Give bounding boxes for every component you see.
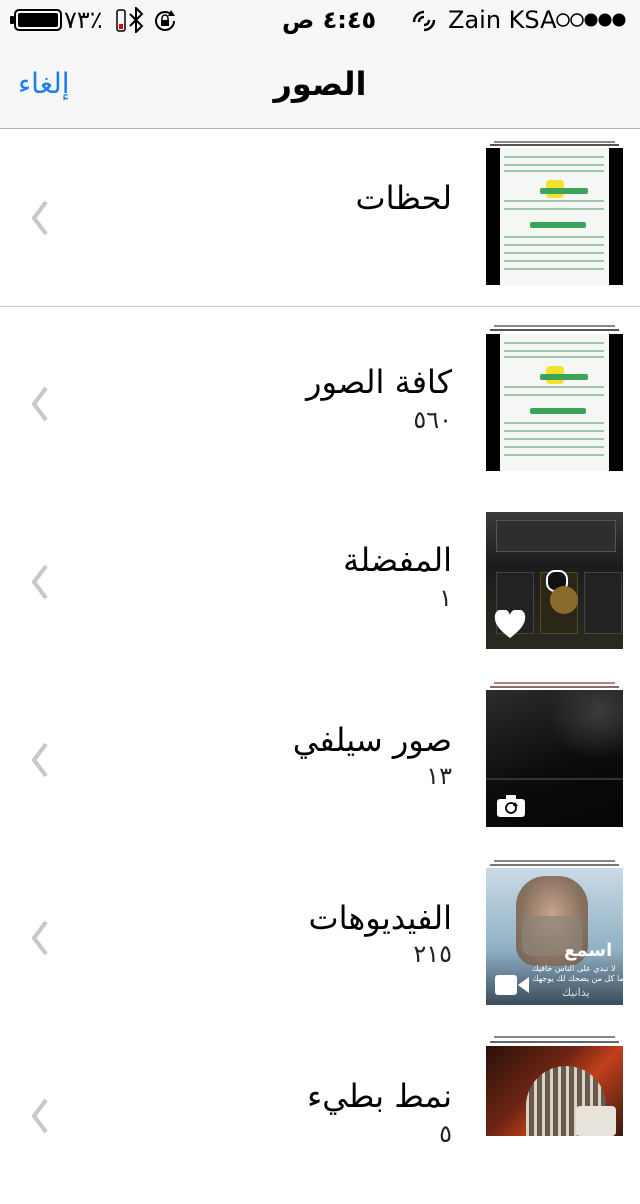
album-label: صور سيلفي — [292, 721, 452, 759]
stack-edge — [490, 144, 619, 146]
album-row-selfies[interactable]: صور سيلفي ١٣ — [0, 670, 640, 848]
album-count: ١ — [439, 584, 452, 612]
album-label: لحظات — [355, 179, 452, 217]
rotation-lock-icon — [155, 10, 175, 31]
album-count: ٥٦٠ — [413, 406, 452, 434]
stack-edge — [490, 329, 619, 331]
thumb-quote-line: ما كل من يضحك لك يوجهك — [532, 974, 623, 983]
carrier-name: Zain KSA — [448, 6, 557, 34]
stack-edge — [490, 864, 619, 866]
camera-rotate-icon — [497, 795, 525, 817]
album-thumbnail — [486, 1046, 623, 1136]
stack-edge — [490, 1041, 619, 1043]
album-row-moments[interactable]: لحظات — [0, 128, 640, 306]
battery-warning-icon — [116, 9, 126, 32]
album-row-slow-motion[interactable]: نمط بطيء ٥ — [0, 1026, 640, 1204]
stack-edge — [494, 860, 615, 862]
album-count: ٢١٥ — [413, 940, 452, 968]
album-thumbnail — [486, 690, 623, 827]
heart-icon — [494, 610, 526, 638]
album-label: كافة الصور — [306, 363, 452, 401]
stack-edge — [490, 686, 619, 688]
album-row-videos[interactable]: الفيديوهات ٢١٥ اسمع لا تبدي على الناس خا… — [0, 848, 640, 1026]
stack-edge — [494, 325, 615, 327]
album-label: الفيديوهات — [308, 899, 452, 937]
page-title: الصور — [273, 65, 367, 103]
album-thumbnail — [486, 512, 623, 649]
chevron-left-icon — [31, 1098, 48, 1134]
chevron-left-icon — [31, 200, 48, 236]
stack-edge — [494, 1036, 615, 1038]
video-camera-icon — [495, 975, 529, 995]
album-count: ٥ — [439, 1120, 452, 1148]
cancel-button[interactable]: إلغاء — [18, 66, 70, 102]
album-label: نمط بطيء — [307, 1077, 452, 1115]
clock: ٤:٤٥ ص — [282, 6, 377, 34]
album-row-all-photos[interactable]: كافة الصور ٥٦٠ — [0, 314, 640, 492]
chevron-left-icon — [31, 564, 48, 600]
album-thumbnail — [486, 334, 623, 471]
album-count: ١٣ — [426, 762, 452, 790]
thumb-quote-line: لا تبدي على الناس خافيك — [532, 964, 616, 973]
navigation-bar: الصور إلغاء — [0, 40, 640, 129]
battery-percent: ٧٣٪ — [64, 6, 103, 34]
wifi-calling-icon — [412, 10, 436, 32]
section-separator — [0, 306, 640, 307]
signal-dots-icon — [556, 13, 626, 27]
thumb-quote-signature: يدانيك — [562, 986, 590, 999]
bluetooth-icon — [129, 7, 144, 33]
album-thumbnail: اسمع لا تبدي على الناس خافيك ما كل من يض… — [486, 868, 623, 1005]
chevron-left-icon — [31, 742, 48, 778]
album-thumbnail — [486, 148, 623, 285]
thumb-quote-title: اسمع — [564, 940, 613, 961]
stack-edge — [494, 682, 615, 684]
battery-icon — [10, 9, 62, 31]
album-label: المفضلة — [343, 541, 452, 579]
album-row-favorites[interactable]: المفضلة ١ — [0, 492, 640, 670]
stack-edge — [494, 141, 615, 143]
chevron-left-icon — [31, 920, 48, 956]
status-bar: ٧٣٪ ٤:٤٥ ص Zain KSA — [0, 0, 640, 40]
chevron-left-icon — [31, 386, 48, 422]
